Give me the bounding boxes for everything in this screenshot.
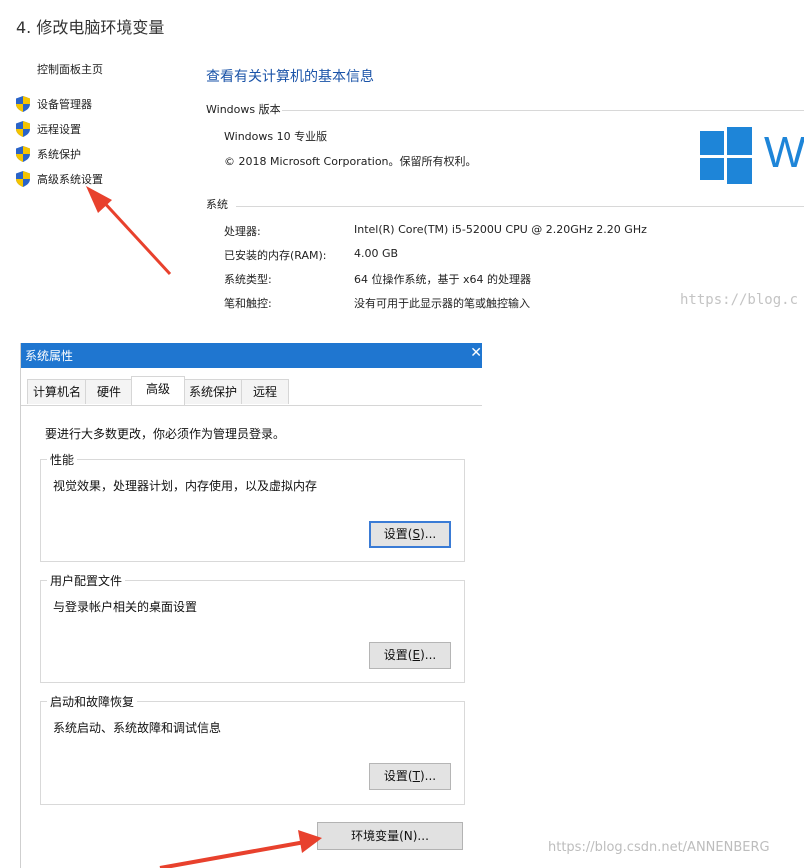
arrow-to-advanced-settings bbox=[86, 186, 172, 276]
annotation-arrows bbox=[86, 186, 322, 868]
arrow-to-environment-variables bbox=[159, 830, 322, 868]
tab-advanced[interactable]: 高级 bbox=[131, 376, 185, 405]
